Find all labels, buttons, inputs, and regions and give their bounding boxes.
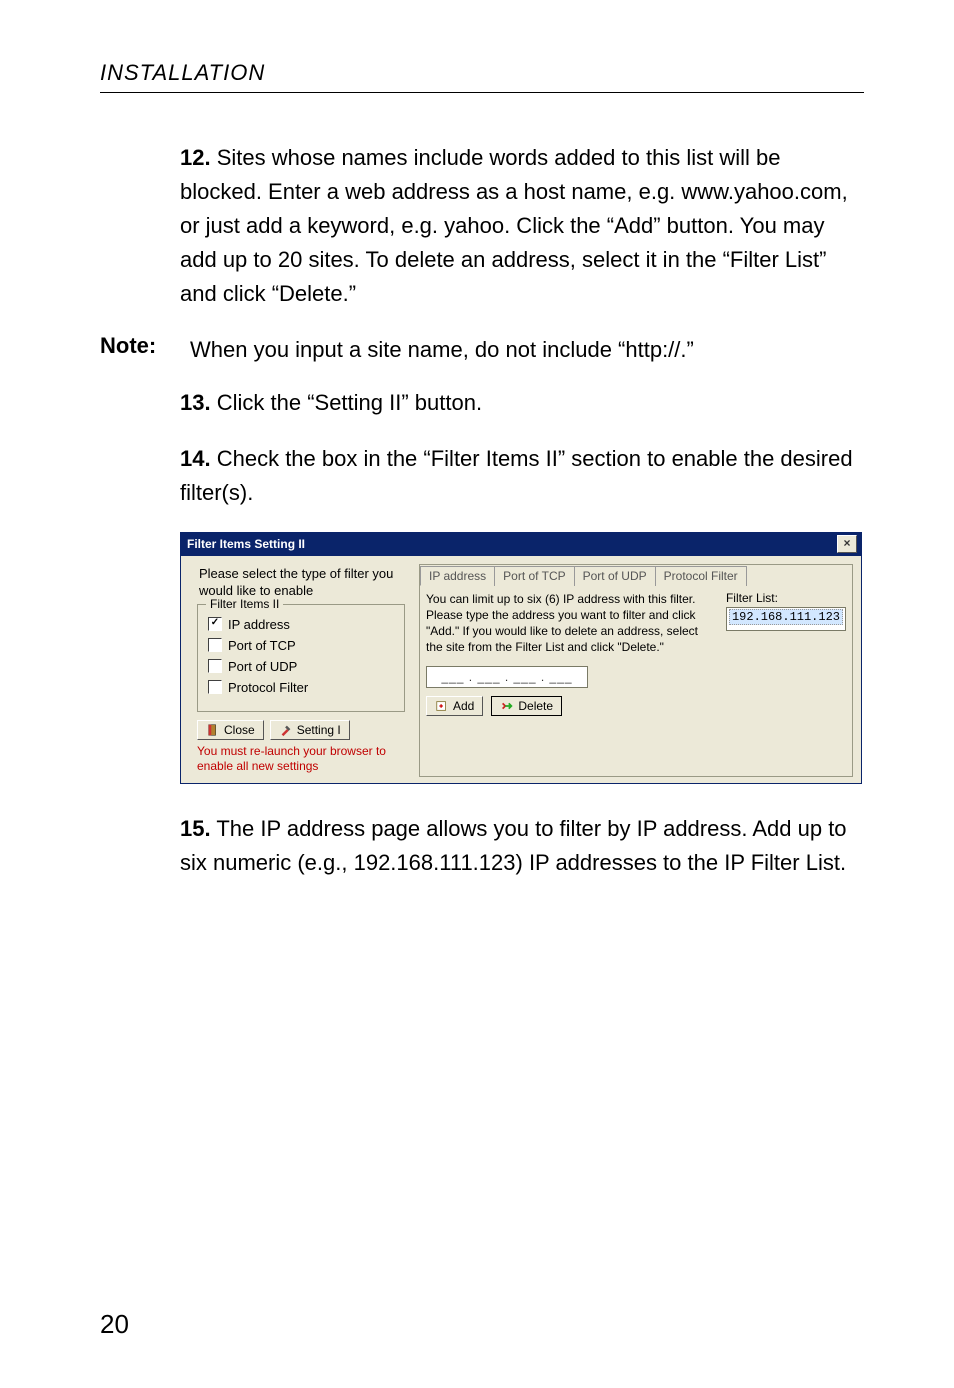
setting-i-button[interactable]: Setting I — [270, 720, 350, 740]
add-icon — [435, 699, 449, 713]
step-12: 12. Sites whose names include words adde… — [180, 141, 864, 311]
delete-icon — [500, 699, 514, 713]
checkbox-protocol-row[interactable]: Protocol Filter — [208, 680, 394, 695]
step-13-num: 13. — [180, 390, 211, 415]
step-12-num: 12. — [180, 145, 211, 170]
checkbox-tcp-label: Port of TCP — [228, 638, 296, 653]
checkbox-tcp[interactable] — [208, 638, 222, 652]
dialog-intro: Please select the type of filter you wou… — [199, 566, 409, 600]
step-14: 14. Check the box in the “Filter Items I… — [180, 442, 864, 510]
checkbox-udp[interactable] — [208, 659, 222, 673]
step-15-text: The IP address page allows you to filter… — [180, 816, 847, 875]
close-button-label: Close — [224, 723, 255, 737]
section-header: INSTALLATION — [100, 60, 864, 93]
tab-instruction: You can limit up to six (6) IP address w… — [426, 591, 718, 656]
tools-icon — [279, 723, 293, 737]
filter-list-label: Filter List: — [726, 591, 846, 605]
page-number: 20 — [100, 1309, 129, 1340]
filter-list-item[interactable]: 192.168.111.123 — [729, 609, 843, 625]
note-label: Note: — [100, 333, 170, 367]
filter-list[interactable]: 192.168.111.123 — [726, 607, 846, 631]
delete-button-label: Delete — [518, 699, 553, 713]
tab-port-tcp[interactable]: Port of TCP — [494, 566, 574, 586]
step-14-text: Check the box in the “Filter Items II” s… — [180, 446, 853, 505]
step-14-num: 14. — [180, 446, 211, 471]
step-12-text: Sites whose names include words added to… — [180, 145, 848, 306]
close-button[interactable]: Close — [197, 720, 264, 740]
checkbox-udp-row[interactable]: Port of UDP — [208, 659, 394, 674]
checkbox-protocol[interactable] — [208, 680, 222, 694]
tab-port-udp[interactable]: Port of UDP — [574, 566, 656, 586]
step-13: 13. Click the “Setting II” button. — [180, 386, 864, 420]
tab-ip-address[interactable]: IP address — [420, 566, 495, 586]
checkbox-protocol-label: Protocol Filter — [228, 680, 308, 695]
checkbox-udp-label: Port of UDP — [228, 659, 297, 674]
step-15-num: 15. — [180, 816, 211, 841]
add-button[interactable]: Add — [426, 696, 483, 716]
tab-protocol-filter[interactable]: Protocol Filter — [655, 566, 747, 586]
delete-button[interactable]: Delete — [491, 696, 562, 716]
step-13-text: Click the “Setting II” button. — [217, 390, 482, 415]
door-icon — [206, 723, 220, 737]
checkbox-ip-row[interactable]: ✓ IP address — [208, 617, 394, 632]
note-text: When you input a site name, do not inclu… — [190, 333, 694, 367]
dialog-titlebar: Filter Items Setting II × — [181, 533, 861, 556]
dialog-title: Filter Items Setting II — [187, 537, 305, 551]
groupbox-title: Filter Items II — [206, 597, 283, 611]
checkbox-tcp-row[interactable]: Port of TCP — [208, 638, 394, 653]
tabstrip: IP address Port of TCP Port of UDP Proto… — [420, 565, 852, 585]
dialog-close-button[interactable]: × — [837, 535, 857, 553]
setting-i-button-label: Setting I — [297, 723, 341, 737]
ip-input[interactable]: ___ . ___ . ___ . ___ — [426, 666, 588, 688]
relaunch-warning: You must re-launch your browser to enabl… — [197, 744, 405, 775]
filter-items-dialog: Filter Items Setting II × Please select … — [180, 532, 862, 784]
filter-items-groupbox: Filter Items II ✓ IP address Port of TCP… — [197, 604, 405, 712]
checkbox-ip[interactable]: ✓ — [208, 617, 222, 631]
checkbox-ip-label: IP address — [228, 617, 290, 632]
step-15: 15. The IP address page allows you to fi… — [180, 812, 864, 880]
add-button-label: Add — [453, 699, 474, 713]
